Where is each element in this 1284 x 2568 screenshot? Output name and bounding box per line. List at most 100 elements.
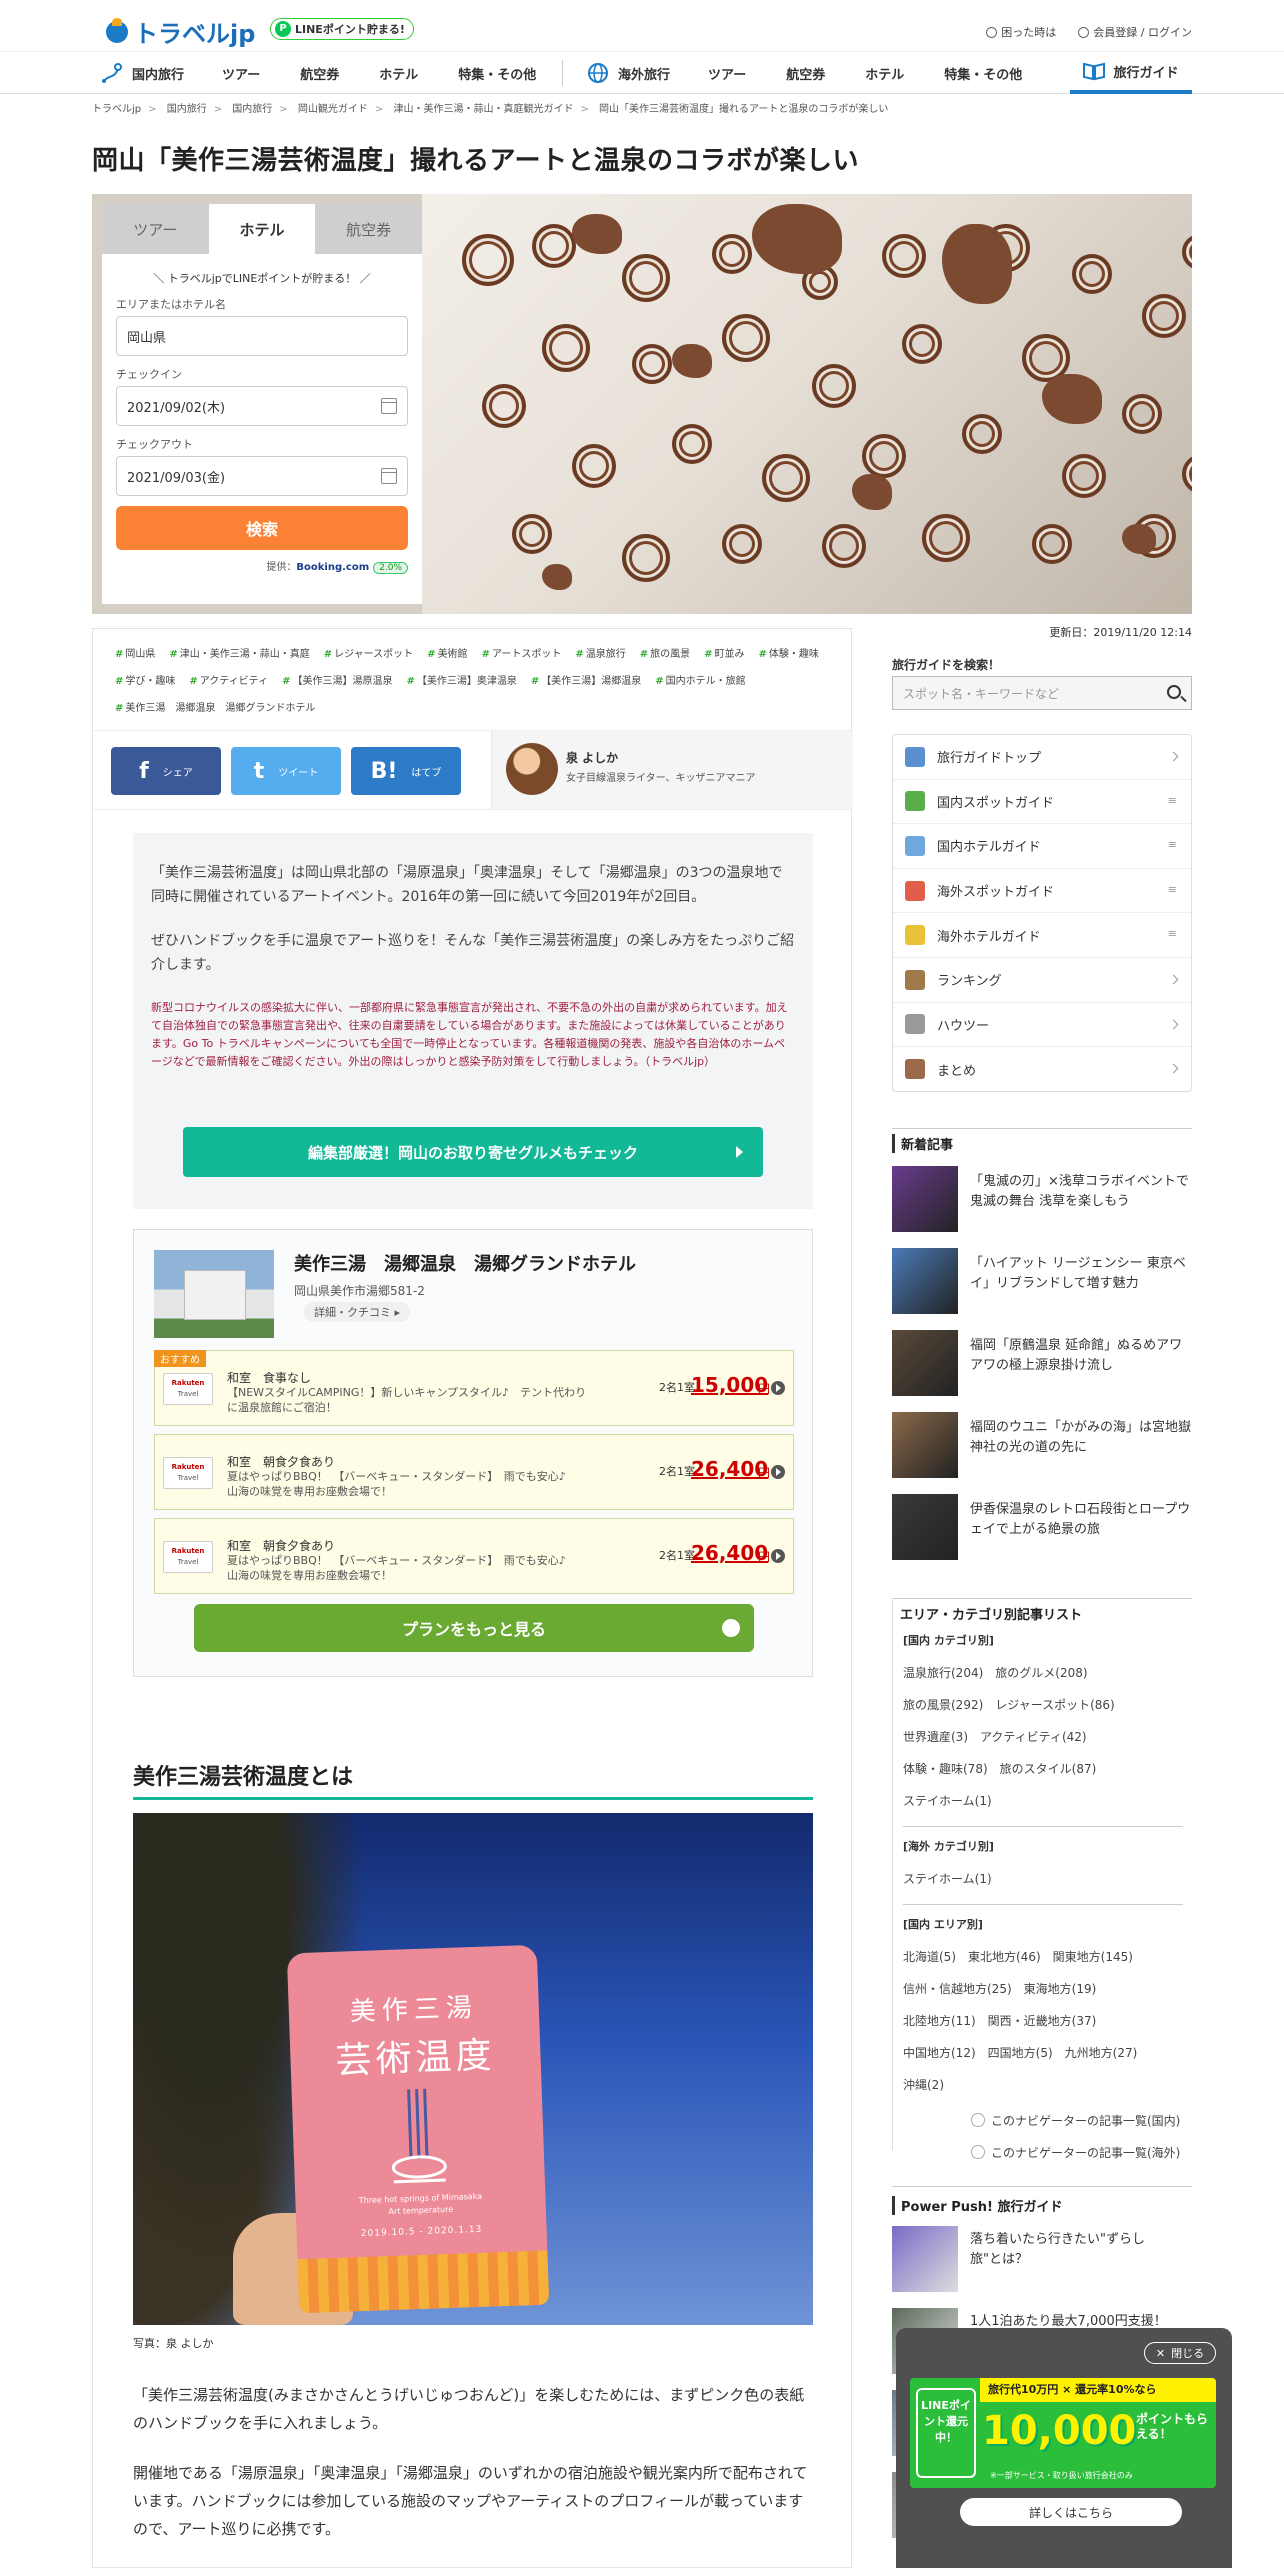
guide-menu-item[interactable]: まとめ — [893, 1047, 1191, 1092]
powerpush-item[interactable]: 落ち着いたら行きたい"ずらし旅"とは？ — [892, 2226, 1192, 2292]
guide-menu-item[interactable]: 旅行ガイドトップ — [893, 735, 1191, 780]
category-link[interactable]: 旅の風景(292) — [903, 1698, 983, 1712]
nav-domestic-flight[interactable]: 航空券 — [280, 64, 359, 83]
menu-expand-icon[interactable]: ≡ — [1168, 794, 1177, 807]
facebook-share-button[interactable]: f シェア — [111, 747, 221, 795]
nav-overseas-special[interactable]: 特集・その他 — [924, 64, 1042, 83]
login-link[interactable]: 会員登録 / ログイン — [1078, 24, 1192, 40]
category-link[interactable]: 北海道(5) — [903, 1950, 956, 1964]
news-item[interactable]: 福岡のウユニ「かがみの海」は宮地嶽神社の光の道の先に — [892, 1412, 1192, 1478]
category-link[interactable]: 九州地方(27) — [1065, 2046, 1138, 2060]
category-link[interactable]: 信州・信越地方(25) — [903, 1982, 1012, 1996]
search-icon[interactable] — [1167, 685, 1181, 699]
tag-link[interactable]: # 旅の風景 — [640, 649, 690, 660]
checkin-input[interactable]: 2021/09/02(木) — [116, 386, 408, 426]
breadcrumb-item[interactable]: トラベルjp — [92, 104, 141, 115]
breadcrumb-item[interactable]: 津山・美作三湯・蒜山・真庭観光ガイド — [393, 104, 573, 115]
nav-domestic-tour[interactable]: ツアー — [202, 64, 280, 83]
calendar-icon[interactable] — [381, 398, 397, 414]
author-box[interactable]: 泉 よしか 女子目線温泉ライター、キッザニアマニア — [491, 731, 853, 809]
category-link[interactable]: 体験・趣味(78) — [903, 1762, 988, 1776]
tab-hotel[interactable]: ホテル — [208, 204, 316, 254]
category-link[interactable]: 四国地方(5) — [988, 2046, 1053, 2060]
tag-link[interactable]: # 美作三湯 湯郷温泉 湯郷グランドホテル — [115, 703, 315, 714]
tag-link[interactable]: # 【美作三湯】湯郷温泉 — [531, 676, 641, 687]
category-link[interactable]: 関西・近畿地方(37) — [988, 2014, 1097, 2028]
tag-link[interactable]: # 【美作三湯】奥津温泉 — [406, 676, 516, 687]
news-item[interactable]: 伊香保温泉のレトロ石段街とロープウェイで上がる絶景の旅 — [892, 1494, 1192, 1560]
category-link[interactable]: 沖縄(2) — [903, 2078, 944, 2092]
tag-link[interactable]: # 津山・美作三湯・蒜山・真庭 — [169, 649, 309, 660]
news-item[interactable]: 「ハイアット リージェンシー 東京ベイ」リブランドして増す魅力 — [892, 1248, 1192, 1314]
guide-menu-item[interactable]: ランキング — [893, 958, 1191, 1003]
arrow-right-icon[interactable] — [771, 1549, 785, 1563]
nav-overseas[interactable]: 海外旅行 — [586, 61, 688, 85]
guide-menu-item[interactable]: ハウツー — [893, 1003, 1191, 1048]
popup-detail-button[interactable]: 詳しくはこちら — [960, 2498, 1182, 2526]
area-input[interactable]: 岡山県 — [116, 316, 408, 356]
tag-link[interactable]: # 温泉旅行 — [575, 649, 625, 660]
category-link[interactable]: 東北地方(46) — [968, 1950, 1041, 1964]
navigator-articles-link[interactable]: このナビゲーターの記事一覧(海外) — [971, 2144, 1180, 2161]
category-link[interactable]: 旅のグルメ(208) — [995, 1666, 1087, 1680]
site-logo[interactable]: トラベルjp — [106, 14, 255, 49]
nav-domestic[interactable]: 国内旅行 — [100, 61, 202, 85]
news-item[interactable]: 「鬼滅の刃」×浅草コラボイベントで鬼滅の舞台 浅草を楽しもう — [892, 1166, 1192, 1232]
twitter-share-button[interactable]: t ツイート — [231, 747, 341, 795]
tag-link[interactable]: # レジャースポット — [324, 649, 413, 660]
tag-link[interactable]: # アクティビティ — [189, 676, 268, 687]
help-link[interactable]: 困った時は — [986, 24, 1056, 40]
hatena-share-button[interactable]: B! はてブ — [351, 747, 461, 795]
hotel-thumbnail[interactable] — [154, 1250, 274, 1338]
menu-expand-icon[interactable]: ≡ — [1168, 927, 1177, 940]
menu-expand-icon[interactable]: ≡ — [1168, 883, 1177, 896]
breadcrumb-item[interactable]: 国内旅行 — [167, 104, 207, 115]
category-link[interactable]: レジャースポット(86) — [995, 1698, 1114, 1712]
tag-link[interactable]: # 体験・趣味 — [759, 649, 819, 660]
hotel-plan-row[interactable]: Rakuten Travel 和室 朝食夕食あり 夏はやっぱりBBQ！ 【バーベキュー… — [154, 1518, 794, 1594]
category-link[interactable]: 世界遺産(3) — [903, 1730, 968, 1744]
category-link[interactable]: 関東地方(145) — [1053, 1950, 1133, 1964]
nav-travel-guide[interactable]: 旅行ガイド — [1070, 52, 1192, 94]
plan-price[interactable]: 26,400 — [691, 1541, 768, 1565]
guide-menu-item[interactable]: 海外スポットガイド ≡ — [893, 869, 1191, 914]
hotel-name[interactable]: 美作三湯 湯郷温泉 湯郷グランドホテル — [294, 1250, 636, 1276]
arrow-right-icon[interactable] — [771, 1381, 785, 1395]
tag-link[interactable]: # アートスポット — [482, 649, 562, 660]
news-item[interactable]: 福岡「原鶴温泉 延命館」ぬるめアワアワの極上源泉掛け流し — [892, 1330, 1192, 1396]
category-link[interactable]: 温泉旅行(204) — [903, 1666, 983, 1680]
search-button[interactable]: 検索 — [116, 506, 408, 550]
calendar-icon[interactable] — [381, 468, 397, 484]
more-plans-button[interactable]: プランをもっと見る — [194, 1604, 754, 1652]
tag-link[interactable]: # 町並み — [704, 649, 744, 660]
hotel-plan-row[interactable]: おすすめ Rakuten Travel 和室 食事なし 【NEWスタイルCAMPING！… — [154, 1350, 794, 1426]
tab-tour[interactable]: ツアー — [102, 204, 209, 254]
nav-domestic-special[interactable]: 特集・その他 — [438, 64, 556, 83]
tag-link[interactable]: # 国内ホテル・旅館 — [655, 676, 745, 687]
nav-overseas-tour[interactable]: ツアー — [688, 64, 766, 83]
menu-expand-icon[interactable]: ≡ — [1168, 838, 1177, 851]
tag-link[interactable]: # 美術館 — [427, 649, 467, 660]
guide-menu-item[interactable]: 海外ホテルガイド ≡ — [893, 913, 1191, 958]
popup-close-button[interactable]: ✕ 閉じる — [1144, 2342, 1216, 2364]
plan-price[interactable]: 26,400 — [691, 1457, 768, 1481]
category-link[interactable]: 中国地方(12) — [903, 2046, 976, 2060]
breadcrumb-item[interactable]: 国内旅行 — [232, 104, 272, 115]
nav-overseas-flight[interactable]: 航空券 — [766, 64, 845, 83]
category-link[interactable]: ステイホーム(1) — [903, 1872, 992, 1886]
nav-overseas-hotel[interactable]: ホテル — [845, 64, 924, 83]
arrow-right-icon[interactable] — [771, 1465, 785, 1479]
category-link[interactable]: ステイホーム(1) — [903, 1794, 992, 1808]
gourmet-cta-button[interactable]: 編集部厳選！岡山のお取り寄せグルメもチェック — [183, 1127, 763, 1177]
guide-menu-item[interactable]: 国内スポットガイド ≡ — [893, 780, 1191, 825]
hotel-plan-row[interactable]: Rakuten Travel 和室 朝食夕食あり 夏はやっぱりBBQ！ 【バーベキュー… — [154, 1434, 794, 1510]
guide-menu-item[interactable]: 国内ホテルガイド ≡ — [893, 824, 1191, 869]
guide-search-input[interactable]: スポット名・キーワードなど — [892, 676, 1192, 710]
category-link[interactable]: アクティビティ(42) — [980, 1730, 1087, 1744]
navigator-articles-link[interactable]: このナビゲーターの記事一覧(国内) — [971, 2112, 1180, 2129]
line-point-badge[interactable]: P LINEポイント貯まる! — [270, 18, 414, 40]
hotel-details-link[interactable]: 詳細・クチコミ ▸ — [304, 1302, 411, 1322]
checkout-input[interactable]: 2021/09/03(金) — [116, 456, 408, 496]
popup-banner[interactable]: LINEポイント還元中！ 旅行代10万円 × 還元率10%なら 10,000 ポ… — [910, 2378, 1216, 2488]
nav-domestic-hotel[interactable]: ホテル — [359, 64, 438, 83]
